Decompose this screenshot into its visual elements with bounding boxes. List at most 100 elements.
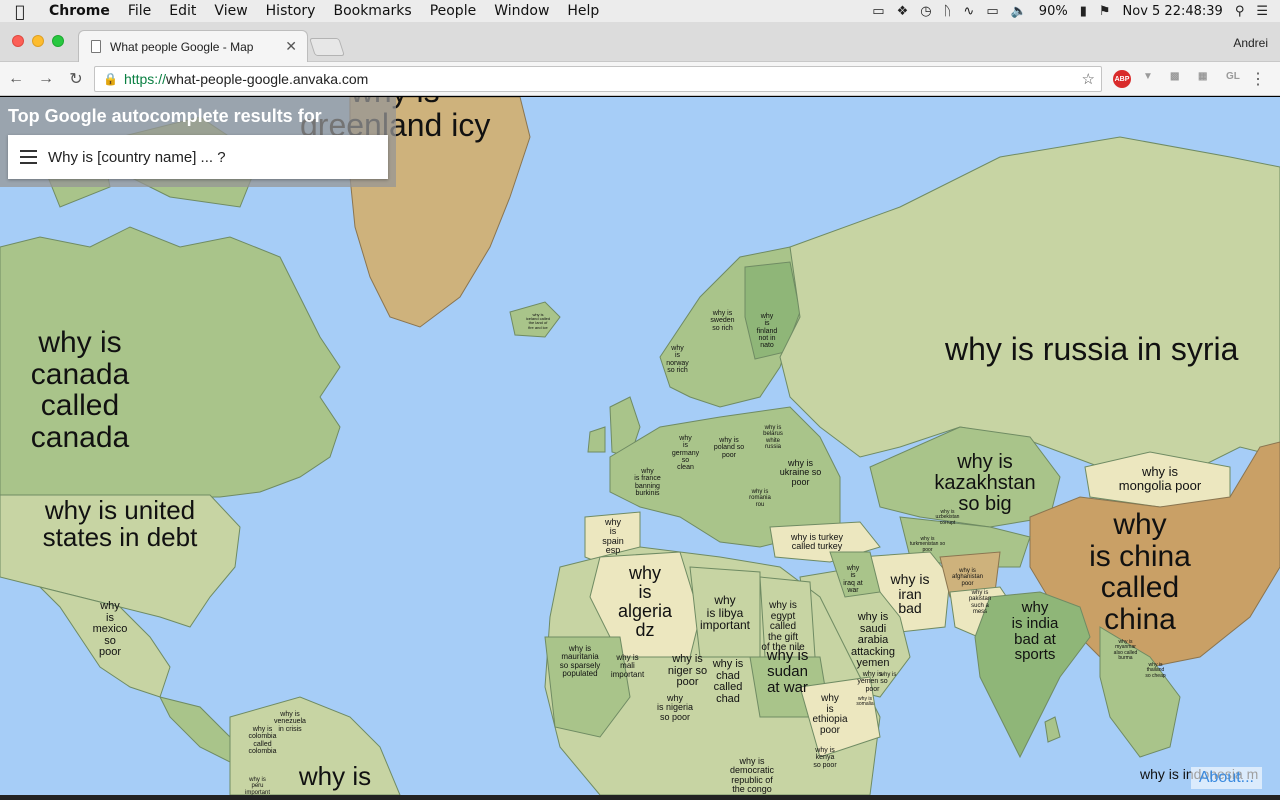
lock-icon: 🔒 (103, 72, 118, 86)
query-text[interactable]: Why is [country name] ... ? (48, 149, 226, 166)
hamburger-menu-icon[interactable] (8, 150, 48, 164)
label-libya: why is libya important (699, 593, 751, 633)
label-algeria: why is algeria dz (617, 563, 673, 640)
label-china: why is china called china (1089, 508, 1191, 636)
back-arrow-icon[interactable]: ← (2, 70, 30, 88)
search-panel: Top Google autocomplete results for Why … (0, 97, 396, 187)
label-iceland: why is iceland called the land of fire a… (525, 312, 551, 330)
menu-view[interactable]: View (205, 3, 256, 19)
spotlight-search-icon[interactable]: ⚲ (1235, 4, 1245, 19)
label-ethiopia: why is ethiopia poor (812, 693, 848, 736)
label-russia: why is russia in syria (945, 331, 1239, 367)
fullscreen-window-button[interactable] (52, 35, 64, 47)
label-mauritania: why is mauritania so sparsely populated (559, 644, 601, 679)
label-romania: why is romania rou (749, 489, 771, 508)
label-mongolia: why is mongolia poor (1118, 464, 1202, 493)
apple-icon[interactable]:  (0, 2, 40, 21)
map-shapes (0, 97, 1280, 795)
close-window-button[interactable] (12, 35, 24, 47)
profile-name[interactable]: Andrei (1233, 36, 1268, 50)
label-somalia: why is somalia (856, 696, 874, 708)
menu-window[interactable]: Window (485, 3, 558, 19)
label-norway: why is norway so rich (666, 345, 689, 375)
adblock-extension-icon[interactable]: ABP (1113, 70, 1131, 88)
tab-title: What people Google - Map (110, 39, 254, 54)
label-mali: why is mali important (610, 653, 645, 679)
bluetooth-icon[interactable]: ᚢ (944, 4, 952, 19)
status-area: ▭ ❖ ◷ ᚢ ∿ ▭ 🔈 90% ▮ ⚑ Nov 5 22:48:39 ⚲ ☰ (872, 4, 1280, 19)
panel-heading: Top Google autocomplete results for (8, 106, 322, 126)
evernote-extension-icon[interactable]: ▩ (1170, 71, 1179, 82)
about-link[interactable]: About... (1190, 767, 1262, 789)
label-saudi: why is saudi arabia attacking yemen (850, 611, 896, 670)
us-flag-icon[interactable]: ⚑ (1099, 4, 1111, 19)
label-congo: why is democratic republic of the congo (729, 756, 774, 795)
display-icon[interactable]: ▭ (986, 4, 998, 19)
label-india: why is india bad at sports (1011, 599, 1059, 664)
menu-app-chrome[interactable]: Chrome (40, 3, 119, 19)
forward-arrow-icon[interactable]: → (32, 70, 60, 88)
url-scheme: https:// (123, 71, 166, 87)
battery-icon[interactable]: ▮ (1080, 4, 1087, 19)
label-finland: why is finland not in nato (756, 313, 778, 350)
label-colombia: why is colombia called colombia (248, 726, 277, 756)
chrome-menu-icon[interactable]: ⋮ (1250, 69, 1266, 89)
tab-active[interactable]: What people Google - Map ✕ (78, 30, 308, 62)
label-iran: why is iran bad (890, 571, 930, 617)
dropbox-icon[interactable]: ❖ (897, 4, 909, 19)
reload-icon[interactable]: ↻ (62, 69, 90, 89)
label-niger: why is niger so poor (667, 653, 708, 689)
new-tab-button[interactable] (309, 38, 345, 56)
vimium-extension-icon[interactable]: ▼ (1143, 71, 1153, 82)
label-brazil: why is (298, 761, 372, 791)
label-canada: why is canada called canada (30, 326, 130, 454)
label-kenya: why is kenya so poor (813, 747, 837, 769)
address-bar[interactable]: 🔒 https:// what-people-google.anvaka.com… (94, 66, 1102, 92)
label-uzbekistan: why is uzbekistan corrupt (935, 509, 960, 526)
browser-toolbar: ← → ↻ 🔒 https:// what-people-google.anva… (0, 62, 1280, 96)
russia-shape (779, 136, 1280, 478)
bookmark-star-icon[interactable]: ☆ (1082, 70, 1095, 88)
page-icon (91, 40, 101, 53)
label-egypt: why is egypt called the gift of the nile (761, 600, 805, 653)
label-peru: why is peru important (244, 777, 270, 795)
world-map[interactable]: why is greenland icy why is canada calle… (0, 97, 1280, 795)
airplay-icon[interactable]: ▭ (872, 4, 884, 19)
sri-lanka-shape (1044, 716, 1061, 743)
label-france: why is france banning burkinis (634, 468, 661, 498)
label-poland: why is poland so poor (713, 437, 745, 459)
window-bottom-edge (0, 795, 1280, 800)
label-pakistan: why is pakistan such a mess (968, 590, 992, 615)
menu-file[interactable]: File (119, 3, 160, 19)
menu-history[interactable]: History (257, 3, 325, 19)
gl-extension-icon[interactable]: GL (1226, 71, 1240, 82)
menu-people[interactable]: People (421, 3, 486, 19)
label-nigeria: why is nigeria so poor (656, 693, 694, 722)
menu-edit[interactable]: Edit (160, 3, 205, 19)
minimize-window-button[interactable] (32, 35, 44, 47)
label-ukraine: why is ukraine so poor (779, 458, 822, 487)
label-afghanistan: why is afghanistan poor (951, 568, 984, 587)
rss-extension-icon[interactable]: ▦ (1198, 71, 1207, 82)
label-germany: why is germany so clean (671, 435, 700, 472)
menu-bookmarks[interactable]: Bookmarks (324, 3, 420, 19)
label-usa: why is united states in debt (42, 495, 198, 553)
label-thailand: why is thailand so cheap (1145, 662, 1166, 679)
battery-percent[interactable]: 90% (1039, 4, 1068, 19)
tab-strip: What people Google - Map ✕ Andrei (0, 22, 1280, 62)
label-iraq: why is iraq at war (843, 565, 863, 595)
menu-help[interactable]: Help (558, 3, 608, 19)
macos-menu-bar:  Chrome File Edit View History Bookmark… (0, 0, 1280, 22)
clock[interactable]: Nov 5 22:48:39 (1123, 4, 1223, 19)
label-turkmenistan: why is turkmenistan so poor (909, 536, 946, 553)
label-sweden: why is sweden so rich (710, 310, 735, 332)
time-machine-icon[interactable]: ◷ (920, 4, 931, 19)
label-kazakhstan: why is kazakhstan so big (934, 451, 1036, 515)
wifi-icon[interactable]: ∿ (963, 4, 974, 19)
volume-icon[interactable]: 🔈 (1011, 4, 1027, 19)
notification-center-icon[interactable]: ☰ (1256, 4, 1268, 19)
close-tab-icon[interactable]: ✕ (285, 38, 297, 55)
label-myanmar: why is myanmar also called burma (1113, 639, 1138, 661)
label-oman: why is (879, 672, 897, 678)
query-box[interactable]: Why is [country name] ... ? (8, 135, 388, 179)
